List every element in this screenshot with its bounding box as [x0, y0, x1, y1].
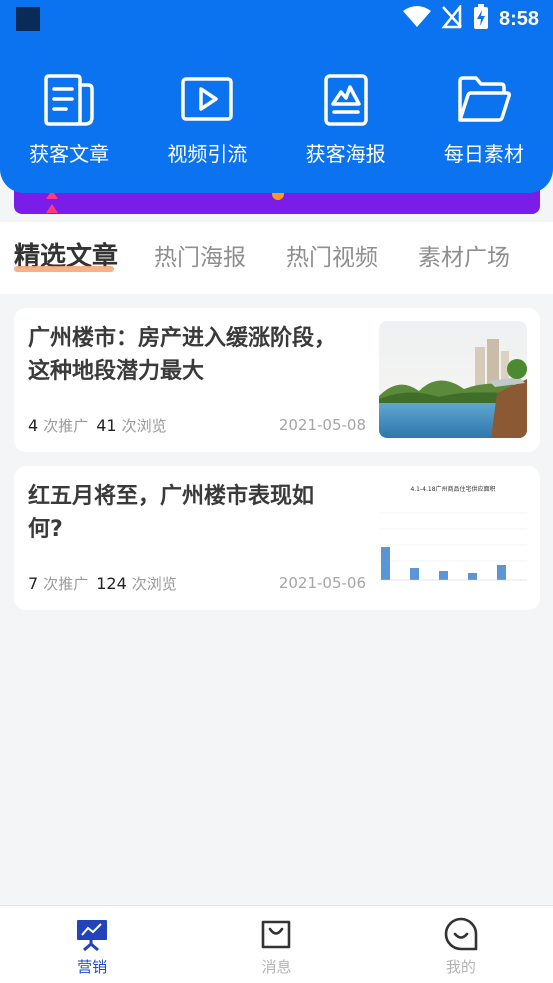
promotion-label: 次推广 [43, 417, 89, 435]
article-stats: 7 次推广 124 次浏览 [28, 573, 185, 594]
thumbnail-chart-title: 4.1-4.18广州商品住宅供应面积 [410, 485, 495, 493]
marketing-board-icon [74, 916, 110, 952]
smile-face-icon [443, 916, 479, 952]
battery-charging-icon [473, 4, 489, 34]
article-date: 2021-05-08 [278, 416, 366, 434]
promotion-count: 7 [28, 574, 39, 593]
tab-hot-videos[interactable]: 热门视频 [286, 222, 378, 294]
article-title: 广州楼市：房产进入缓涨阶段，这种地段潜力最大 [28, 326, 337, 384]
quick-nav-label: 获客海报 [305, 142, 386, 166]
app-screen: 8:58 获客文章 视频引流 获客海报 每日素材 精选文章 热门海报 热门视频 … [0, 0, 553, 983]
quick-nav-label: 视频引流 [167, 142, 248, 166]
article-thumbnail [379, 321, 527, 438]
nav-label: 消息 [261, 958, 292, 976]
content-tabs: 精选文章 热门海报 热门视频 素材广场 [0, 222, 553, 294]
article-card[interactable]: 红五月将至，广州楼市表现如何? 7 次推广 124 次浏览 2021-05-06… [14, 466, 540, 610]
nav-messages[interactable]: 消息 [184, 906, 368, 983]
view-label: 次浏览 [131, 575, 177, 593]
quick-nav-label: 获客文章 [29, 142, 110, 166]
nav-marketing[interactable]: 营销 [0, 906, 184, 983]
view-label: 次浏览 [121, 417, 167, 435]
nav-profile[interactable]: 我的 [369, 906, 553, 983]
quick-nav-posters[interactable]: 获客海报 [277, 72, 415, 167]
tab-featured-articles[interactable]: 精选文章 [14, 222, 118, 294]
tab-label: 热门海报 [154, 245, 247, 271]
no-signal-icon [441, 3, 463, 33]
tab-label: 热门视频 [286, 245, 379, 271]
promotion-label: 次推广 [43, 575, 89, 593]
clock-time: 8:58 [498, 7, 539, 30]
article-stats: 4 次推广 41 次浏览 [28, 415, 175, 436]
shopping-bag-icon [258, 916, 294, 952]
top-header: 8:58 获客文章 视频引流 获客海报 每日素材 [0, 0, 553, 193]
article-thumbnail: 4.1-4.18广州商品住宅供应面积 [379, 479, 527, 596]
tab-hot-posters[interactable]: 热门海报 [154, 222, 246, 294]
nav-label: 营销 [77, 958, 108, 976]
banner-decoration [46, 204, 58, 213]
video-play-icon [179, 72, 235, 128]
quick-nav-label: 每日素材 [443, 142, 524, 166]
article-title: 红五月将至，广州楼市表现如何? [28, 484, 315, 542]
tab-label: 素材广场 [418, 245, 511, 271]
status-indicators: 8:58 [402, 3, 539, 34]
view-count: 124 [96, 574, 127, 593]
quick-nav-materials[interactable]: 每日素材 [415, 72, 553, 167]
nav-label: 我的 [445, 958, 476, 976]
tab-material-square[interactable]: 素材广场 [418, 222, 510, 294]
quick-nav: 获客文章 视频引流 获客海报 每日素材 [0, 72, 553, 167]
promotion-count: 4 [28, 416, 39, 435]
active-tab-indicator [14, 266, 115, 272]
view-count: 41 [96, 416, 117, 435]
quick-nav-articles[interactable]: 获客文章 [0, 72, 138, 167]
bottom-nav: 营销 消息 我的 [0, 905, 553, 983]
app-square-icon [16, 7, 40, 31]
article-card[interactable]: 广州楼市：房产进入缓涨阶段，这种地段潜力最大 4 次推广 41 次浏览 2021… [14, 308, 540, 452]
quick-nav-videos[interactable]: 视频引流 [138, 72, 276, 167]
status-bar: 8:58 [0, 0, 553, 38]
article-list: 广州楼市：房产进入缓涨阶段，这种地段潜力最大 4 次推广 41 次浏览 2021… [14, 308, 540, 624]
article-date: 2021-05-06 [278, 574, 366, 592]
folder-icon [456, 72, 512, 128]
poster-icon [318, 72, 374, 128]
article-doc-icon [41, 72, 97, 128]
wifi-icon [402, 6, 431, 32]
